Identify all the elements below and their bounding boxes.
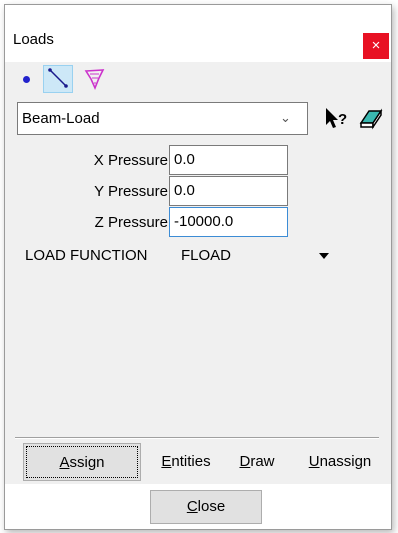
eraser-icon[interactable] bbox=[357, 105, 385, 133]
entity-type-select[interactable]: Beam-Load ⌄ bbox=[17, 102, 308, 135]
assign-button[interactable]: Assign bbox=[23, 443, 141, 481]
surface-icon[interactable] bbox=[79, 65, 109, 93]
svg-text:?: ? bbox=[338, 111, 347, 128]
z-pressure-field[interactable]: -10000.0 bbox=[169, 207, 288, 237]
close-button[interactable]: Close bbox=[150, 490, 262, 524]
point-icon[interactable] bbox=[17, 65, 37, 93]
z-pressure-label: Z Pressure bbox=[94, 214, 168, 231]
entities-button[interactable]: Entities bbox=[151, 443, 221, 481]
unassign-button[interactable]: Unassign bbox=[295, 443, 385, 481]
draw-button[interactable]: Draw bbox=[231, 443, 283, 481]
entity-type-value: Beam-Load bbox=[22, 110, 100, 127]
help-pointer-icon[interactable]: ? bbox=[323, 105, 351, 133]
close-window-button[interactable]: × bbox=[363, 33, 389, 59]
load-function-value[interactable]: FLOAD bbox=[181, 247, 231, 264]
load-function-dropdown-icon[interactable] bbox=[319, 253, 329, 259]
chevron-down-icon: ⌄ bbox=[280, 110, 291, 125]
divider bbox=[15, 437, 379, 439]
window-title: Loads bbox=[13, 31, 54, 48]
x-pressure-field[interactable]: 0.0 bbox=[169, 145, 288, 175]
x-pressure-label: X Pressure bbox=[93, 152, 168, 169]
loads-dialog: Loads × Beam-Load ⌄ ? X Pressure 0.0 Y P… bbox=[4, 4, 392, 530]
y-pressure-label: Y Pressure bbox=[94, 183, 168, 200]
line-icon[interactable] bbox=[43, 65, 73, 93]
title-bar: Loads × bbox=[5, 5, 391, 62]
load-function-label: LOAD FUNCTION bbox=[25, 247, 148, 264]
y-pressure-field[interactable]: 0.0 bbox=[169, 176, 288, 206]
